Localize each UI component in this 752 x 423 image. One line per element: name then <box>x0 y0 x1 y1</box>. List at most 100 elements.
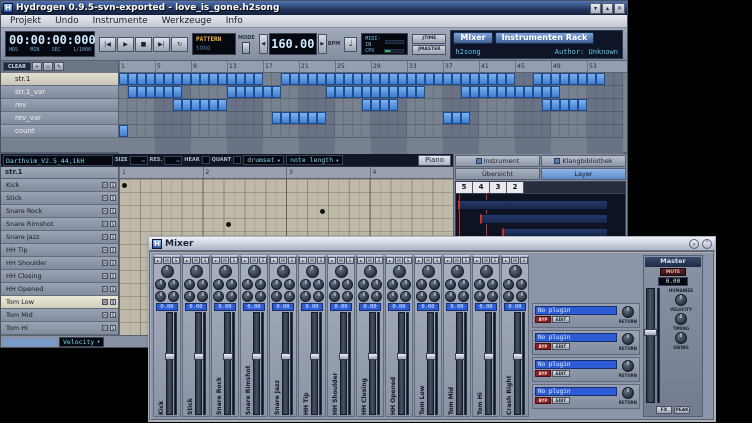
channel-mute-button[interactable]: M <box>482 257 490 264</box>
song-cell[interactable] <box>290 112 299 124</box>
channel-mute-button[interactable]: M <box>192 257 200 264</box>
song-cell[interactable] <box>560 99 569 111</box>
song-cell[interactable] <box>254 112 263 124</box>
pattern-beat-ruler[interactable]: 1 2 3 4 <box>119 167 453 178</box>
tab-instrument[interactable]: Instrument <box>455 155 540 167</box>
fx3-send-knob[interactable] <box>155 291 166 302</box>
song-cell[interactable] <box>578 112 587 124</box>
fx-name-display[interactable]: No plugin <box>535 333 617 342</box>
song-cell[interactable] <box>263 99 272 111</box>
song-cell[interactable] <box>290 99 299 111</box>
song-cell[interactable] <box>209 99 218 111</box>
fx-edit-button[interactable]: EDIT <box>552 316 570 323</box>
instrument-solo-button[interactable]: S <box>110 312 116 318</box>
song-cell[interactable] <box>272 73 281 85</box>
song-cell[interactable] <box>335 125 344 137</box>
fx2-send-knob[interactable] <box>226 279 237 290</box>
song-cell[interactable] <box>119 99 128 111</box>
song-cell[interactable] <box>560 86 569 98</box>
song-cell[interactable] <box>173 112 182 124</box>
instrument-mute-button[interactable]: M <box>102 195 108 201</box>
song-cell[interactable] <box>218 99 227 111</box>
song-cell[interactable] <box>173 99 182 111</box>
song-cell[interactable] <box>308 73 317 85</box>
note-length-dropdown[interactable]: note length ▼ <box>286 155 342 165</box>
song-cell[interactable] <box>452 99 461 111</box>
instrument-mute-button[interactable]: M <box>102 325 108 331</box>
channel-volume-fader[interactable] <box>195 312 202 415</box>
mixer-shade-button[interactable]: ⌄ <box>689 239 699 249</box>
fader-handle[interactable] <box>252 353 262 360</box>
song-cell[interactable] <box>587 73 596 85</box>
song-cell[interactable] <box>353 73 362 85</box>
song-cell[interactable] <box>137 86 146 98</box>
instrument-solo-button[interactable]: S <box>110 325 116 331</box>
song-cell[interactable] <box>353 99 362 111</box>
instrument-row[interactable]: Snare RimshotMS <box>1 218 119 231</box>
song-timeline-ruler[interactable]: 1 5 9 13 17 21 25 29 33 37 41 45 49 53 <box>119 61 627 73</box>
song-cell[interactable] <box>344 99 353 111</box>
song-cell[interactable] <box>137 125 146 137</box>
pattern-list-item[interactable]: count <box>1 125 119 138</box>
song-cell[interactable] <box>443 125 452 137</box>
channel-trigger-button[interactable]: ▸ <box>154 257 162 264</box>
instrument-row[interactable]: HH ClosingMS <box>1 270 119 283</box>
pan-knob[interactable] <box>364 265 377 278</box>
song-cell[interactable] <box>353 125 362 137</box>
fx1-send-knob[interactable] <box>242 279 253 290</box>
song-cell[interactable] <box>389 125 398 137</box>
song-cell[interactable] <box>398 73 407 85</box>
channel-trigger-button[interactable]: ▸ <box>415 257 423 264</box>
song-grid-row[interactable] <box>119 125 623 138</box>
song-cell[interactable] <box>479 125 488 137</box>
fx4-send-knob[interactable] <box>255 291 266 302</box>
song-cell[interactable] <box>317 99 326 111</box>
song-cell[interactable] <box>299 99 308 111</box>
master-volume-fader[interactable] <box>646 288 655 403</box>
main-window-titlebar[interactable]: H Hydrogen 0.9.5-svn-exported - love_is_… <box>1 1 627 15</box>
channel-trigger-button[interactable]: ▸ <box>328 257 336 264</box>
close-button[interactable]: ✕ <box>614 3 625 14</box>
song-cell[interactable] <box>137 112 146 124</box>
fx4-send-knob[interactable] <box>226 291 237 302</box>
song-cell[interactable] <box>146 86 155 98</box>
song-cell[interactable] <box>146 99 155 111</box>
instrument-row[interactable]: HH TipMS <box>1 244 119 257</box>
fx1-send-knob[interactable] <box>445 279 456 290</box>
song-cell[interactable] <box>371 99 380 111</box>
pan-knob[interactable] <box>422 265 435 278</box>
song-cell[interactable] <box>434 99 443 111</box>
song-cell[interactable] <box>398 125 407 137</box>
mixer-toggle-button[interactable]: Mixer <box>453 32 492 44</box>
channel-trigger-button[interactable]: ▸ <box>299 257 307 264</box>
fx3-send-knob[interactable] <box>474 291 485 302</box>
song-cell[interactable] <box>173 73 182 85</box>
fx1-send-knob[interactable] <box>213 279 224 290</box>
song-cell[interactable] <box>560 125 569 137</box>
song-cell[interactable] <box>254 73 263 85</box>
song-cell[interactable] <box>407 99 416 111</box>
song-cell[interactable] <box>407 86 416 98</box>
channel-trigger-button[interactable]: ▸ <box>270 257 278 264</box>
song-cell[interactable] <box>344 73 353 85</box>
song-cell[interactable] <box>182 99 191 111</box>
song-cell[interactable] <box>434 125 443 137</box>
instrument-mute-button[interactable]: M <box>102 234 108 240</box>
song-cell[interactable] <box>191 99 200 111</box>
fader-handle[interactable] <box>513 353 523 360</box>
song-cell[interactable] <box>254 125 263 137</box>
layer-slot[interactable]: 2 <box>507 182 524 193</box>
song-cell[interactable] <box>326 73 335 85</box>
song-cell[interactable] <box>146 112 155 124</box>
song-cell[interactable] <box>416 112 425 124</box>
song-cell[interactable] <box>380 125 389 137</box>
instrument-row[interactable]: Tom LowMS <box>1 296 119 309</box>
song-cell[interactable] <box>173 86 182 98</box>
song-cell[interactable] <box>506 86 515 98</box>
song-cell[interactable] <box>245 86 254 98</box>
channel-solo-button[interactable]: S <box>462 257 470 264</box>
channel-solo-button[interactable]: S <box>201 257 209 264</box>
fx1-send-knob[interactable] <box>387 279 398 290</box>
song-cell[interactable] <box>362 112 371 124</box>
song-cell[interactable] <box>380 99 389 111</box>
